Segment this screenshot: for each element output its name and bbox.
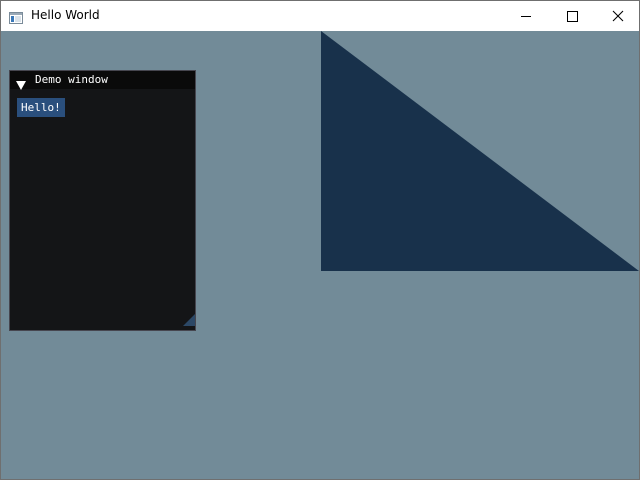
window-titlebar[interactable]: Hello World: [1, 1, 639, 31]
app-window-icon: [9, 9, 23, 24]
minimize-button[interactable]: [503, 1, 549, 31]
demo-window-title: Demo window: [35, 73, 108, 86]
minimize-icon: [521, 16, 531, 17]
hello-button[interactable]: Hello!: [17, 98, 65, 117]
close-icon: [612, 10, 624, 22]
collapse-arrow-icon[interactable]: [16, 75, 26, 94]
window-title: Hello World: [31, 8, 100, 22]
demo-window[interactable]: Demo window Hello!: [9, 70, 196, 331]
maximize-button[interactable]: [549, 1, 595, 31]
maximize-icon: [567, 11, 578, 22]
close-button[interactable]: [595, 1, 640, 31]
render-viewport[interactable]: Demo window Hello!: [1, 31, 639, 479]
resize-grip-icon[interactable]: [183, 311, 195, 330]
app-window: Hello World Demo window Hello!: [0, 0, 640, 480]
demo-window-titlebar[interactable]: Demo window: [10, 71, 195, 90]
scene-triangle: [321, 31, 639, 271]
